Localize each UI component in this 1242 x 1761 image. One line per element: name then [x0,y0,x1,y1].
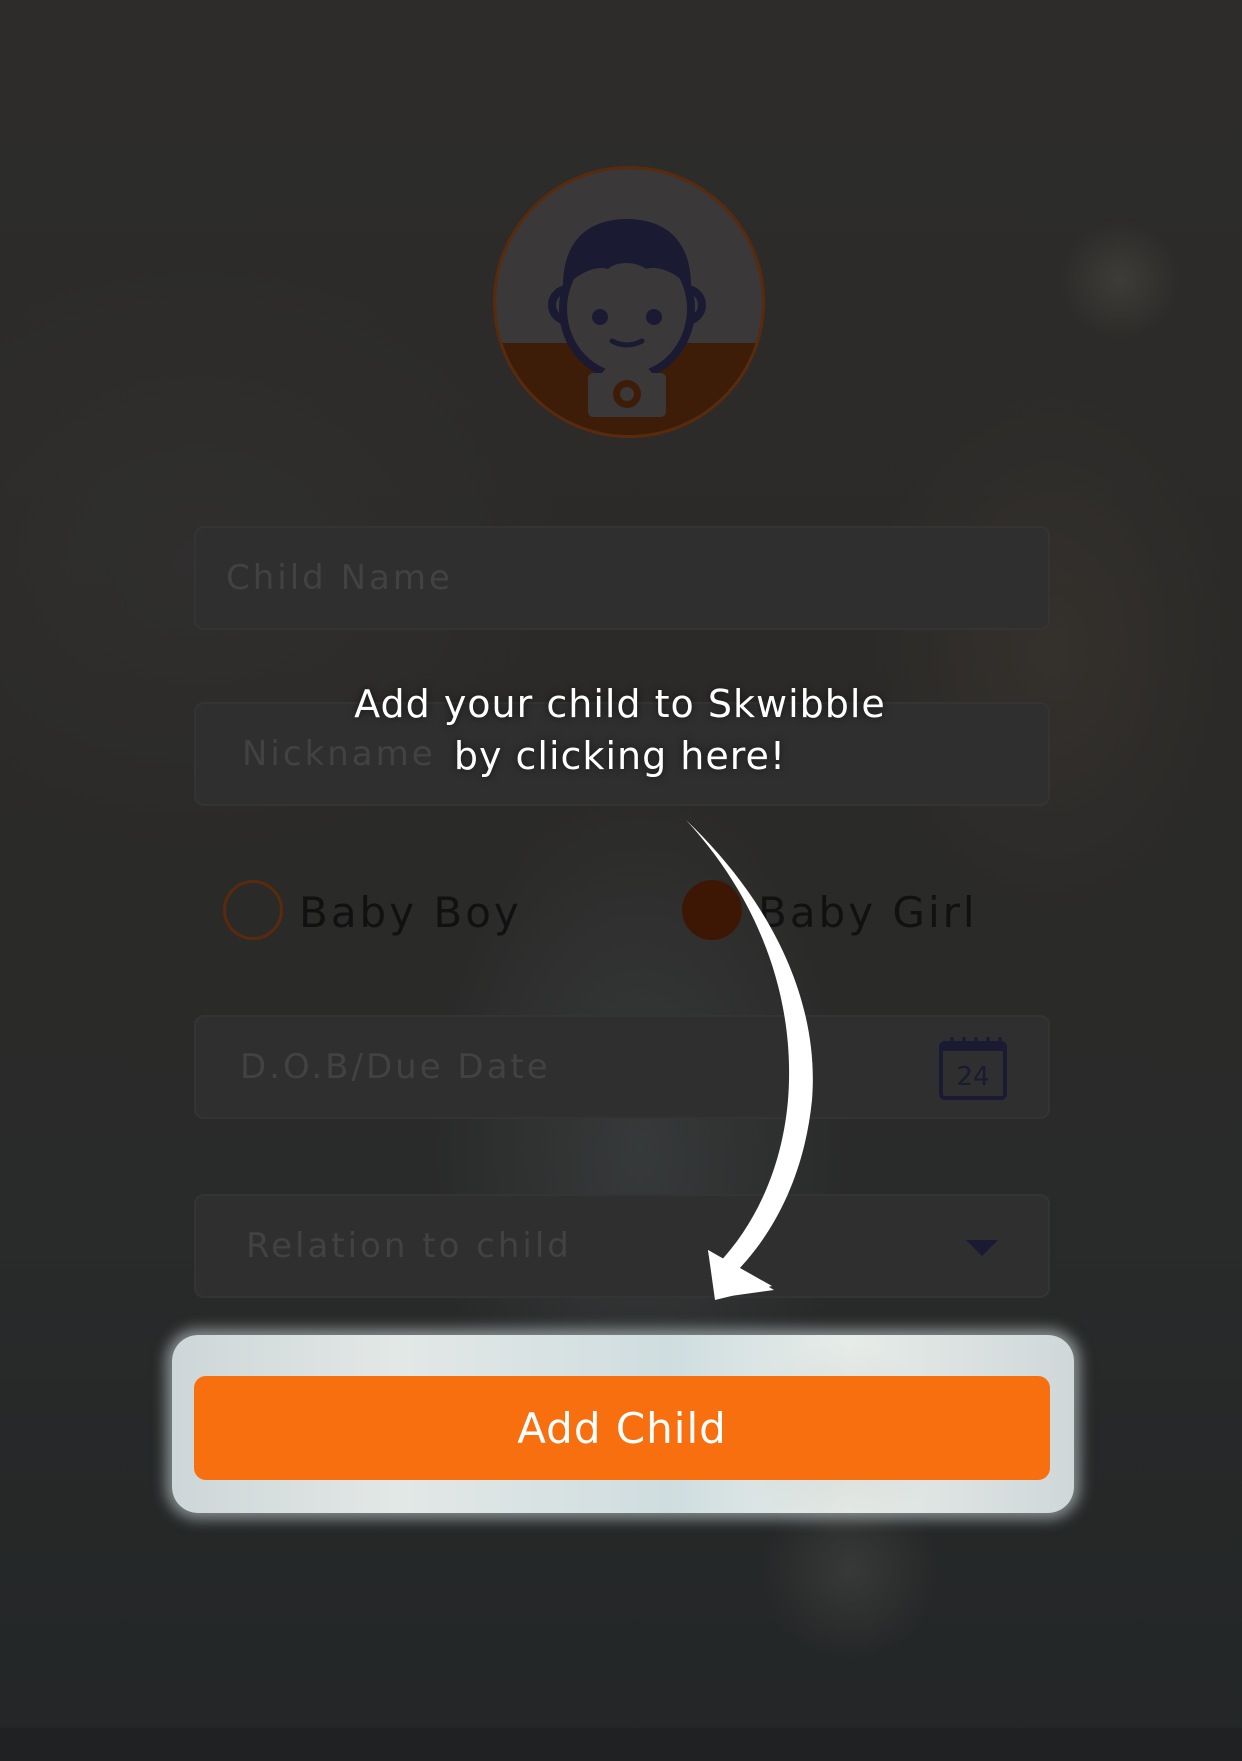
child-photo-picker[interactable] [493,166,765,438]
calendar-day: 24 [956,1062,989,1092]
coachmark-line-2: by clicking here! [453,734,787,778]
radio-label-baby-boy: Baby Boy [299,888,522,937]
bottom-bar [0,1728,1242,1761]
radio-label-baby-girl: Baby Girl [758,888,978,937]
coachmark-line-1: Add your child to Skwibble [354,682,886,726]
caret-down-icon [966,1240,998,1256]
child-name-field[interactable]: Child Name [194,526,1050,630]
add-child-button[interactable]: Add Child [194,1376,1050,1480]
coachmark-text: Add your child to Skwibble by clicking h… [300,678,940,782]
camera-icon [588,363,666,417]
bokeh-light [1060,220,1180,340]
child-name-placeholder: Child Name [226,558,453,598]
dob-placeholder: D.O.B/Due Date [240,1047,551,1087]
radio-circle [223,880,283,940]
calendar-icon[interactable]: 24 [938,1035,1008,1101]
relation-placeholder: Relation to child [246,1226,572,1266]
radio-circle-selected [682,880,742,940]
dob-field[interactable]: D.O.B/Due Date 24 [194,1015,1050,1119]
relation-dropdown[interactable]: Relation to child [194,1194,1050,1298]
